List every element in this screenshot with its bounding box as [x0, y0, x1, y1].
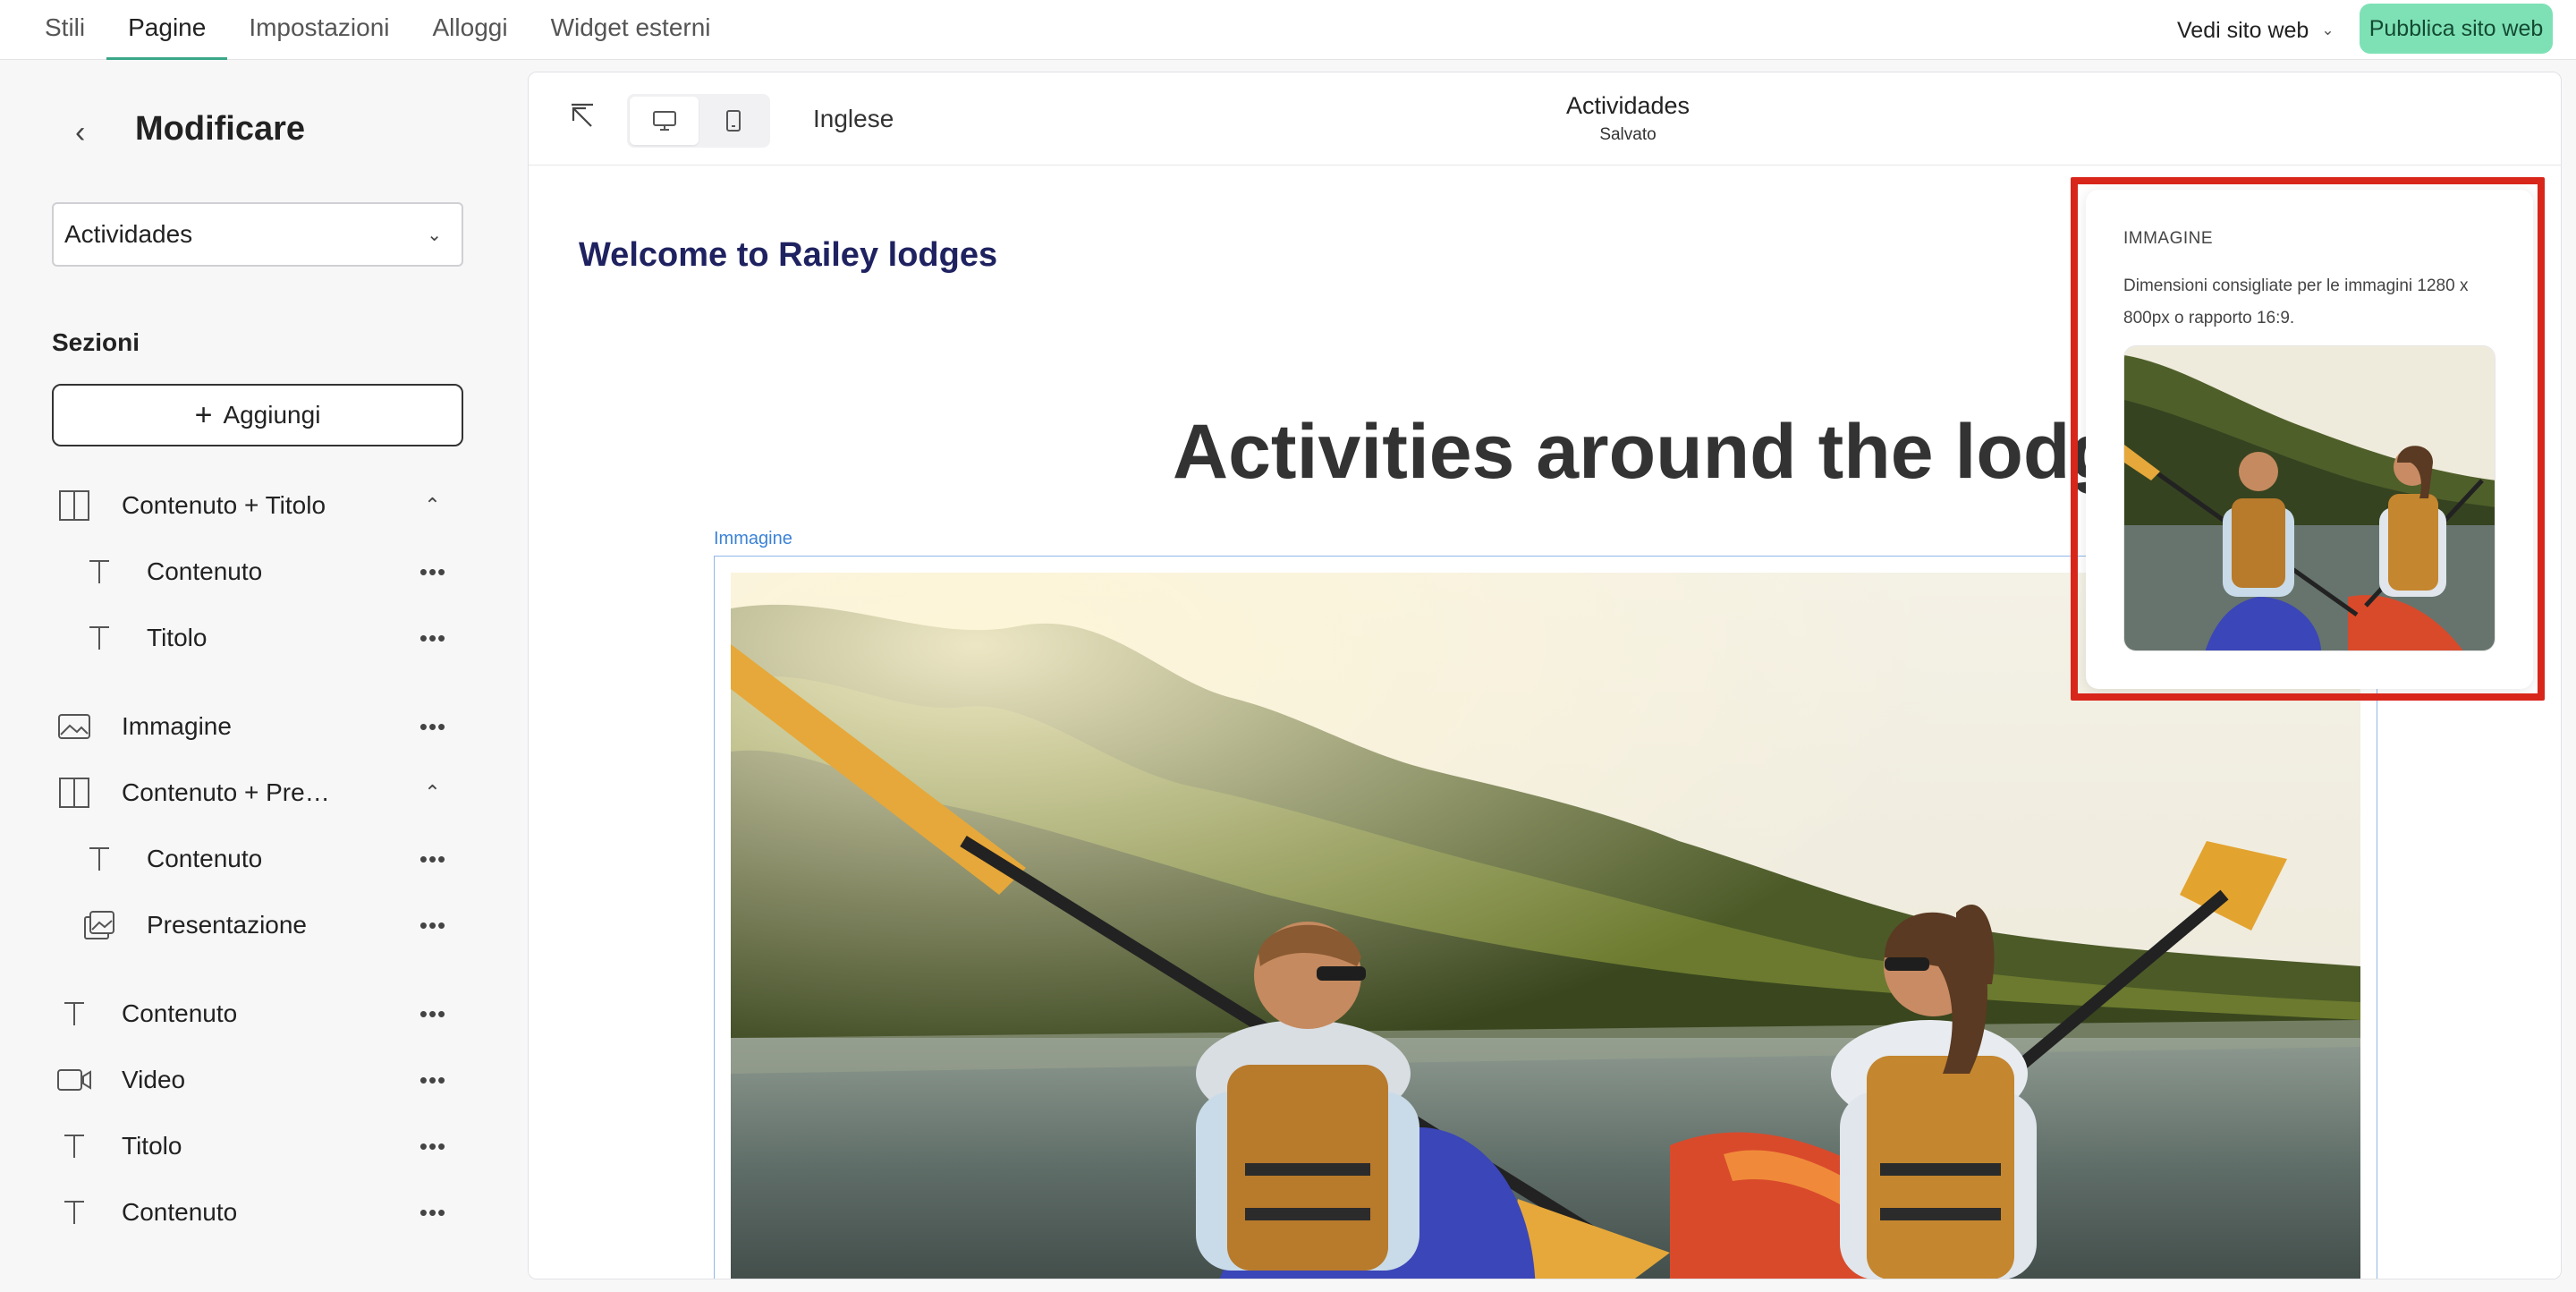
- section-item-label: Video: [122, 1066, 186, 1093]
- popover-description: Dimensioni consigliate per le immagini 1…: [2123, 276, 2469, 327]
- back-arrow-icon[interactable]: ‹: [75, 115, 85, 150]
- slideshow-icon: [77, 900, 122, 950]
- video-icon: [52, 1055, 97, 1105]
- section-item-contenuto[interactable]: Contenuto •••: [52, 1187, 463, 1237]
- editor-title: Actividades Salvato: [1423, 92, 1833, 145]
- mobile-icon: [725, 110, 741, 132]
- image-section-label: Immagine: [714, 529, 792, 548]
- more-options-icon[interactable]: •••: [415, 613, 451, 663]
- section-item-contenuto[interactable]: Contenuto •••: [52, 834, 463, 884]
- more-options-icon[interactable]: •••: [415, 989, 451, 1039]
- chevron-up-icon[interactable]: ⌃: [415, 480, 451, 531]
- sections-heading: Sezioni: [52, 328, 140, 356]
- text-icon: [77, 547, 122, 597]
- section-item-label: Contenuto: [147, 557, 263, 585]
- image-info-popover: IMMAGINE Dimensioni consigliate per le i…: [2086, 190, 2533, 689]
- sidebar-title: Modificare: [135, 110, 306, 148]
- more-options-icon[interactable]: •••: [415, 1187, 451, 1237]
- view-site-label: Vedi sito web: [2177, 17, 2309, 43]
- section-item-label: Contenuto: [147, 845, 263, 872]
- collapse-arrow-icon[interactable]: [564, 99, 600, 135]
- section-item-presentazione[interactable]: Presentazione •••: [52, 900, 463, 950]
- editor-toolbar: Inglese Actividades Salvato: [529, 72, 2561, 166]
- text-icon: [52, 1187, 97, 1237]
- section-item-label: Titolo: [122, 1132, 182, 1160]
- main-tabs: Stili Pagine Impostazioni Alloggi Widget…: [23, 0, 733, 60]
- tab-stili[interactable]: Stili: [23, 0, 106, 60]
- section-item-titolo[interactable]: Titolo •••: [52, 1121, 463, 1171]
- add-section-button[interactable]: + Aggiungi: [52, 384, 463, 446]
- section-item-label: Contenuto: [122, 1198, 238, 1226]
- text-icon: [77, 613, 122, 663]
- section-item-label: Presentazione: [147, 911, 308, 939]
- text-icon: [52, 989, 97, 1039]
- desktop-icon: [652, 111, 676, 131]
- section-heading[interactable]: Activities around the lodges: [1173, 408, 2203, 497]
- image-icon: [52, 701, 97, 752]
- popover-title: IMMAGINE: [2123, 229, 2214, 248]
- section-item-contenuto-presentazione[interactable]: Contenuto + Pre… ⌃: [52, 768, 463, 818]
- chevron-down-icon: ⌄: [2321, 21, 2334, 38]
- plus-icon: +: [194, 398, 213, 432]
- section-item-label: Contenuto: [122, 999, 238, 1027]
- tab-alloggi[interactable]: Alloggi: [411, 0, 530, 60]
- section-item-contenuto[interactable]: Contenuto •••: [52, 989, 463, 1039]
- more-options-icon[interactable]: •••: [415, 900, 451, 950]
- more-options-icon[interactable]: •••: [415, 1055, 451, 1105]
- save-status: Salvato: [1599, 125, 1657, 144]
- tab-widget-esterni[interactable]: Widget esterni: [530, 0, 733, 60]
- mobile-view-button[interactable]: [699, 97, 767, 145]
- chevron-down-icon: ⌄: [427, 225, 442, 245]
- columns-icon: [52, 480, 97, 531]
- add-section-label: Aggiungi: [223, 401, 321, 429]
- tab-impostazioni[interactable]: Impostazioni: [227, 0, 411, 60]
- more-options-icon[interactable]: •••: [415, 701, 451, 752]
- text-icon: [52, 1121, 97, 1171]
- section-item-label: Contenuto + Titolo: [122, 491, 326, 519]
- text-icon: [77, 834, 122, 884]
- more-options-icon[interactable]: •••: [415, 547, 451, 597]
- desktop-view-button[interactable]: [630, 97, 699, 145]
- page-select[interactable]: Actividades ⌄: [52, 202, 463, 267]
- page-select-value: Actividades: [64, 220, 193, 248]
- page-title: Actividades: [1565, 92, 1690, 119]
- sidebar: ‹ Modificare Actividades ⌄ Sezioni + Agg…: [0, 60, 519, 1292]
- section-item-label: Titolo: [147, 624, 208, 651]
- more-options-icon[interactable]: •••: [415, 834, 451, 884]
- view-site-dropdown[interactable]: Vedi sito web ⌄: [2177, 13, 2334, 48]
- section-item-label: Contenuto + Pre…: [122, 778, 330, 806]
- columns-icon: [52, 768, 97, 818]
- section-item-immagine[interactable]: Immagine •••: [52, 701, 463, 752]
- device-toggle: [627, 94, 770, 148]
- chevron-up-icon[interactable]: ⌃: [415, 768, 451, 818]
- top-navigation-bar: Stili Pagine Impostazioni Alloggi Widget…: [0, 0, 2576, 60]
- section-item-contenuto-titolo[interactable]: Contenuto + Titolo ⌃: [52, 480, 463, 531]
- language-selector[interactable]: Inglese: [813, 105, 894, 133]
- image-thumbnail[interactable]: [2123, 345, 2496, 651]
- section-item-contenuto[interactable]: Contenuto •••: [52, 547, 463, 597]
- site-welcome-text[interactable]: Welcome to Railey lodges: [579, 236, 997, 275]
- section-item-titolo[interactable]: Titolo •••: [52, 613, 463, 663]
- publish-site-button[interactable]: Pubblica sito web: [2360, 4, 2553, 54]
- tab-pagine[interactable]: Pagine: [106, 0, 228, 60]
- more-options-icon[interactable]: •••: [415, 1121, 451, 1171]
- section-item-label: Immagine: [122, 712, 232, 740]
- section-item-video[interactable]: Video •••: [52, 1055, 463, 1105]
